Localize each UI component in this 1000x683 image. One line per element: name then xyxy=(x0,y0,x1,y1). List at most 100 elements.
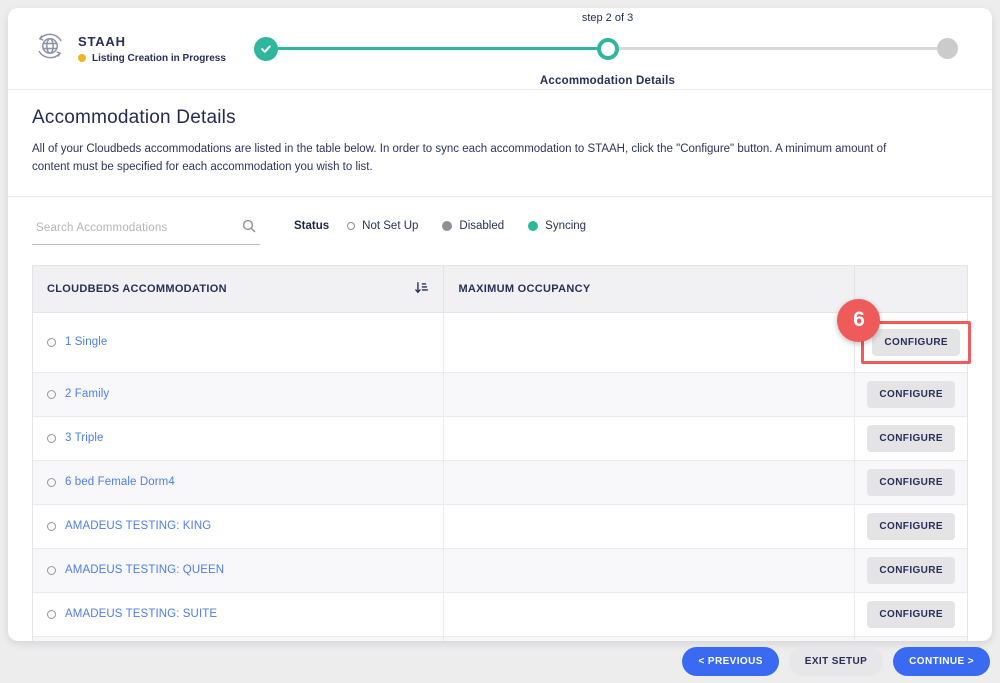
configure-button[interactable]: CONFIGURE xyxy=(867,469,955,496)
intro-section: Accommodation Details All of your Cloudb… xyxy=(8,90,992,197)
previous-button[interactable]: < PREVIOUS xyxy=(682,647,778,676)
accommodation-table: CLOUDBEDS ACCOMMODATION xyxy=(33,266,967,641)
status-radio-icon[interactable] xyxy=(47,522,56,531)
accommodation-cell: 2 Family xyxy=(33,372,444,416)
accommodation-table-wrap: CLOUDBEDS ACCOMMODATION xyxy=(32,265,968,641)
legend-label: Syncing xyxy=(545,220,586,232)
step-counter-label: step 2 of 3 xyxy=(582,12,633,24)
status-radio-icon[interactable] xyxy=(47,390,56,399)
accommodation-cell: 6 bed Female Dorm4 xyxy=(33,460,444,504)
controls-row: Status Not Set Up Disabled Syncing xyxy=(8,197,992,251)
column-header-label: CLOUDBEDS ACCOMMODATION xyxy=(47,283,227,295)
exit-setup-button[interactable]: EXIT SETUP xyxy=(789,647,883,676)
table-row: AMADEUS TESTING: QUEEN CONFIGURE xyxy=(33,548,967,592)
column-header-cloudbeds-accommodation[interactable]: CLOUDBEDS ACCOMMODATION xyxy=(33,266,444,313)
accommodation-link[interactable]: AMADEUS TESTING: KING xyxy=(65,520,211,532)
table-row: AMADEUS TESTING: KING CONFIGURE xyxy=(33,504,967,548)
configure-button[interactable]: CONFIGURE xyxy=(867,557,955,584)
status-legend: Status Not Set Up Disabled Syncing xyxy=(294,213,586,232)
status-radio-icon[interactable] xyxy=(47,434,56,443)
check-icon xyxy=(260,43,272,55)
not-set-up-dot-icon xyxy=(347,222,355,230)
table-row: 6 bed Female Dorm4 CONFIGURE xyxy=(33,460,967,504)
step-1-completed-node xyxy=(254,37,278,61)
brand-status-label: Listing Creation in Progress xyxy=(92,53,226,64)
status-legend-title: Status xyxy=(294,220,329,232)
wizard-footer: < PREVIOUS EXIT SETUP CONTINUE > xyxy=(682,647,990,676)
sort-amount-icon[interactable] xyxy=(414,280,429,298)
status-radio-icon[interactable] xyxy=(47,338,56,347)
action-cell: 6CONFIGURE xyxy=(855,312,967,372)
action-cell: CONFIGURE xyxy=(855,372,967,416)
configure-button[interactable]: CONFIGURE xyxy=(867,425,955,452)
column-header-label: MAXIMUM OCCUPANCY xyxy=(458,283,590,295)
max-occupancy-cell xyxy=(444,372,855,416)
status-radio-icon[interactable] xyxy=(47,610,56,619)
configure-button[interactable]: CONFIGURE xyxy=(867,381,955,408)
annotation-step-badge: 6 xyxy=(837,299,880,342)
column-header-maximum-occupancy[interactable]: MAXIMUM OCCUPANCY xyxy=(444,266,855,313)
configure-button[interactable]: CONFIGURE xyxy=(867,601,955,628)
current-step-name-label: Accommodation Details xyxy=(540,75,675,87)
main-card: STAAH Listing Creation in Progress step … xyxy=(8,8,992,641)
table-row: 1 Single 6CONFIGURE xyxy=(33,312,967,372)
max-occupancy-cell xyxy=(444,416,855,460)
accommodation-cell: Amplify Test xyxy=(33,636,444,641)
brand-text: STAAH Listing Creation in Progress xyxy=(78,34,226,64)
top-bar: STAAH Listing Creation in Progress step … xyxy=(8,8,992,90)
action-cell: CONFIGURE xyxy=(855,416,967,460)
table-row: Amplify Test CONFIGURE xyxy=(33,636,967,641)
step-2-current-node xyxy=(597,38,619,60)
accommodation-cell: 1 Single xyxy=(33,312,444,372)
accommodation-link[interactable]: 2 Family xyxy=(65,388,109,400)
accommodation-link[interactable]: 3 Triple xyxy=(65,432,104,444)
action-cell: CONFIGURE xyxy=(855,592,967,636)
table-row: 2 Family CONFIGURE xyxy=(33,372,967,416)
accommodation-table-body: 1 Single 6CONFIGURE 2 Family CONFIGURE 3 Tri… xyxy=(33,312,967,641)
accommodation-cell: 3 Triple xyxy=(33,416,444,460)
accommodation-link[interactable]: 1 Single xyxy=(65,336,107,348)
accommodation-link[interactable]: AMADEUS TESTING: SUITE xyxy=(65,608,217,620)
page-title: Accommodation Details xyxy=(32,107,968,129)
action-cell: CONFIGURE xyxy=(855,548,967,592)
legend-label: Not Set Up xyxy=(362,220,418,232)
brand-status: Listing Creation in Progress xyxy=(78,53,226,64)
table-row: AMADEUS TESTING: SUITE CONFIGURE xyxy=(33,592,967,636)
action-cell: CONFIGURE xyxy=(855,636,967,641)
status-radio-icon[interactable] xyxy=(47,566,56,575)
max-occupancy-cell xyxy=(444,460,855,504)
max-occupancy-cell xyxy=(444,592,855,636)
disabled-dot-icon xyxy=(442,221,452,231)
accommodation-cell: AMADEUS TESTING: QUEEN xyxy=(33,548,444,592)
search-icon xyxy=(242,219,256,238)
max-occupancy-cell xyxy=(444,312,855,372)
yellow-dot-icon xyxy=(78,54,86,62)
continue-button[interactable]: CONTINUE > xyxy=(893,647,990,676)
stepper-segment-done xyxy=(278,47,597,50)
brand-block: STAAH Listing Creation in Progress xyxy=(32,28,228,69)
stepper-segment-todo xyxy=(619,47,938,50)
configure-button[interactable]: CONFIGURE xyxy=(867,513,955,540)
accommodation-link[interactable]: AMADEUS TESTING: QUEEN xyxy=(65,564,224,576)
action-cell: CONFIGURE xyxy=(855,460,967,504)
legend-item-disabled: Disabled xyxy=(442,220,504,232)
step-3-upcoming-node xyxy=(937,38,958,59)
brand-title: STAAH xyxy=(78,34,226,49)
max-occupancy-cell xyxy=(444,548,855,592)
table-header-row: CLOUDBEDS ACCOMMODATION xyxy=(33,266,967,313)
accommodation-link[interactable]: 6 bed Female Dorm4 xyxy=(65,476,175,488)
legend-item-syncing: Syncing xyxy=(528,220,586,232)
legend-item-not-set-up: Not Set Up xyxy=(347,220,418,232)
max-occupancy-cell xyxy=(444,504,855,548)
search-field-wrap xyxy=(32,213,260,245)
syncing-dot-icon xyxy=(528,221,538,231)
accommodation-cell: AMADEUS TESTING: SUITE xyxy=(33,592,444,636)
accommodation-cell: AMADEUS TESTING: KING xyxy=(33,504,444,548)
configure-button[interactable]: CONFIGURE xyxy=(872,329,960,356)
status-radio-icon[interactable] xyxy=(47,478,56,487)
search-input[interactable] xyxy=(34,221,236,235)
legend-label: Disabled xyxy=(459,220,504,232)
page-description: All of your Cloudbeds accommodations are… xyxy=(32,140,888,177)
max-occupancy-cell xyxy=(444,636,855,641)
action-cell: CONFIGURE xyxy=(855,504,967,548)
